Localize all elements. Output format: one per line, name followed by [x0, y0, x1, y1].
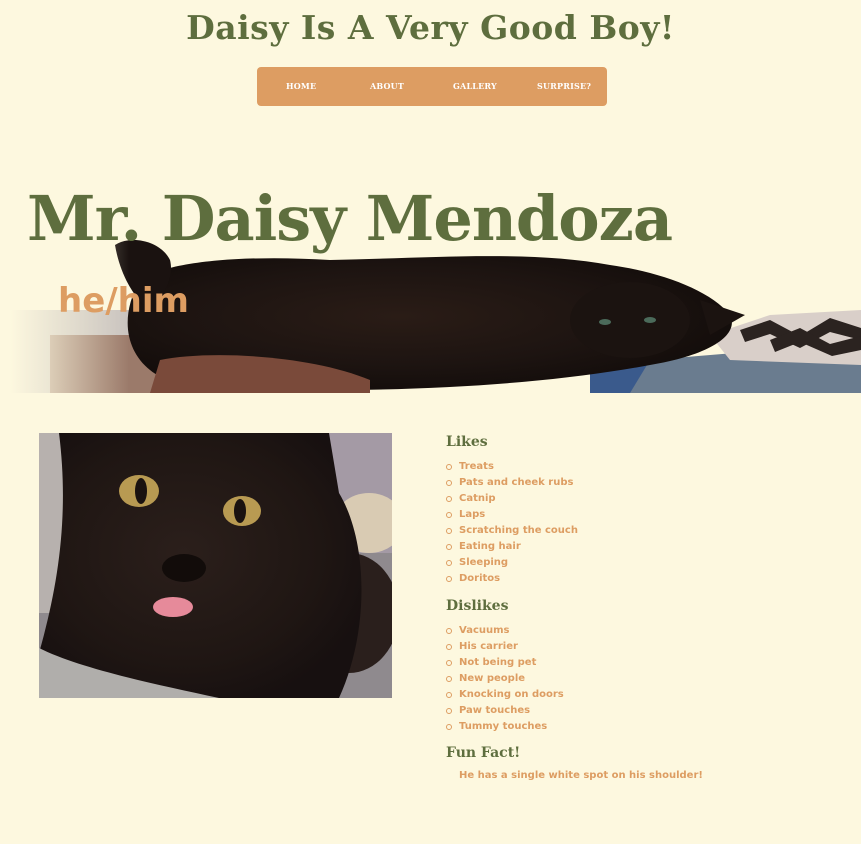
nav-gallery-link[interactable]: GALLERY — [453, 81, 497, 91]
nav-home-link[interactable]: HOME — [286, 81, 316, 91]
cat-photo — [39, 433, 392, 698]
list-item: Catnip — [446, 491, 578, 507]
dislikes-list: Vacuums His carrier Not being pet New pe… — [446, 623, 564, 735]
list-item: Pats and cheek rubs — [446, 475, 578, 491]
list-item: Tummy touches — [446, 719, 564, 735]
fun-fact-text: He has a single white spot on his should… — [459, 770, 703, 781]
likes-list: Treats Pats and cheek rubs Catnip Laps S… — [446, 459, 578, 587]
nav-surprise-link[interactable]: SURPRISE? — [537, 81, 591, 91]
dislikes-heading: Dislikes — [446, 598, 509, 614]
nav-about-link[interactable]: ABOUT — [370, 81, 404, 91]
list-item: Treats — [446, 459, 578, 475]
list-item: Scratching the couch — [446, 523, 578, 539]
fun-fact-heading: Fun Fact! — [446, 745, 521, 761]
pronouns-label: he/him — [58, 281, 189, 321]
likes-heading: Likes — [446, 434, 488, 450]
list-item: His carrier — [446, 639, 564, 655]
site-title: Daisy Is A Very Good Boy! — [186, 8, 675, 47]
list-item: Sleeping — [446, 555, 578, 571]
hero-name-heading: Mr. Daisy Mendoza — [27, 182, 673, 255]
list-item: Not being pet — [446, 655, 564, 671]
list-item: Vacuums — [446, 623, 564, 639]
list-item: Paw touches — [446, 703, 564, 719]
main-nav: HOME ABOUT GALLERY SURPRISE? — [257, 67, 607, 106]
list-item: Doritos — [446, 571, 578, 587]
list-item: Knocking on doors — [446, 687, 564, 703]
list-item: New people — [446, 671, 564, 687]
list-item: Laps — [446, 507, 578, 523]
list-item: Eating hair — [446, 539, 578, 555]
